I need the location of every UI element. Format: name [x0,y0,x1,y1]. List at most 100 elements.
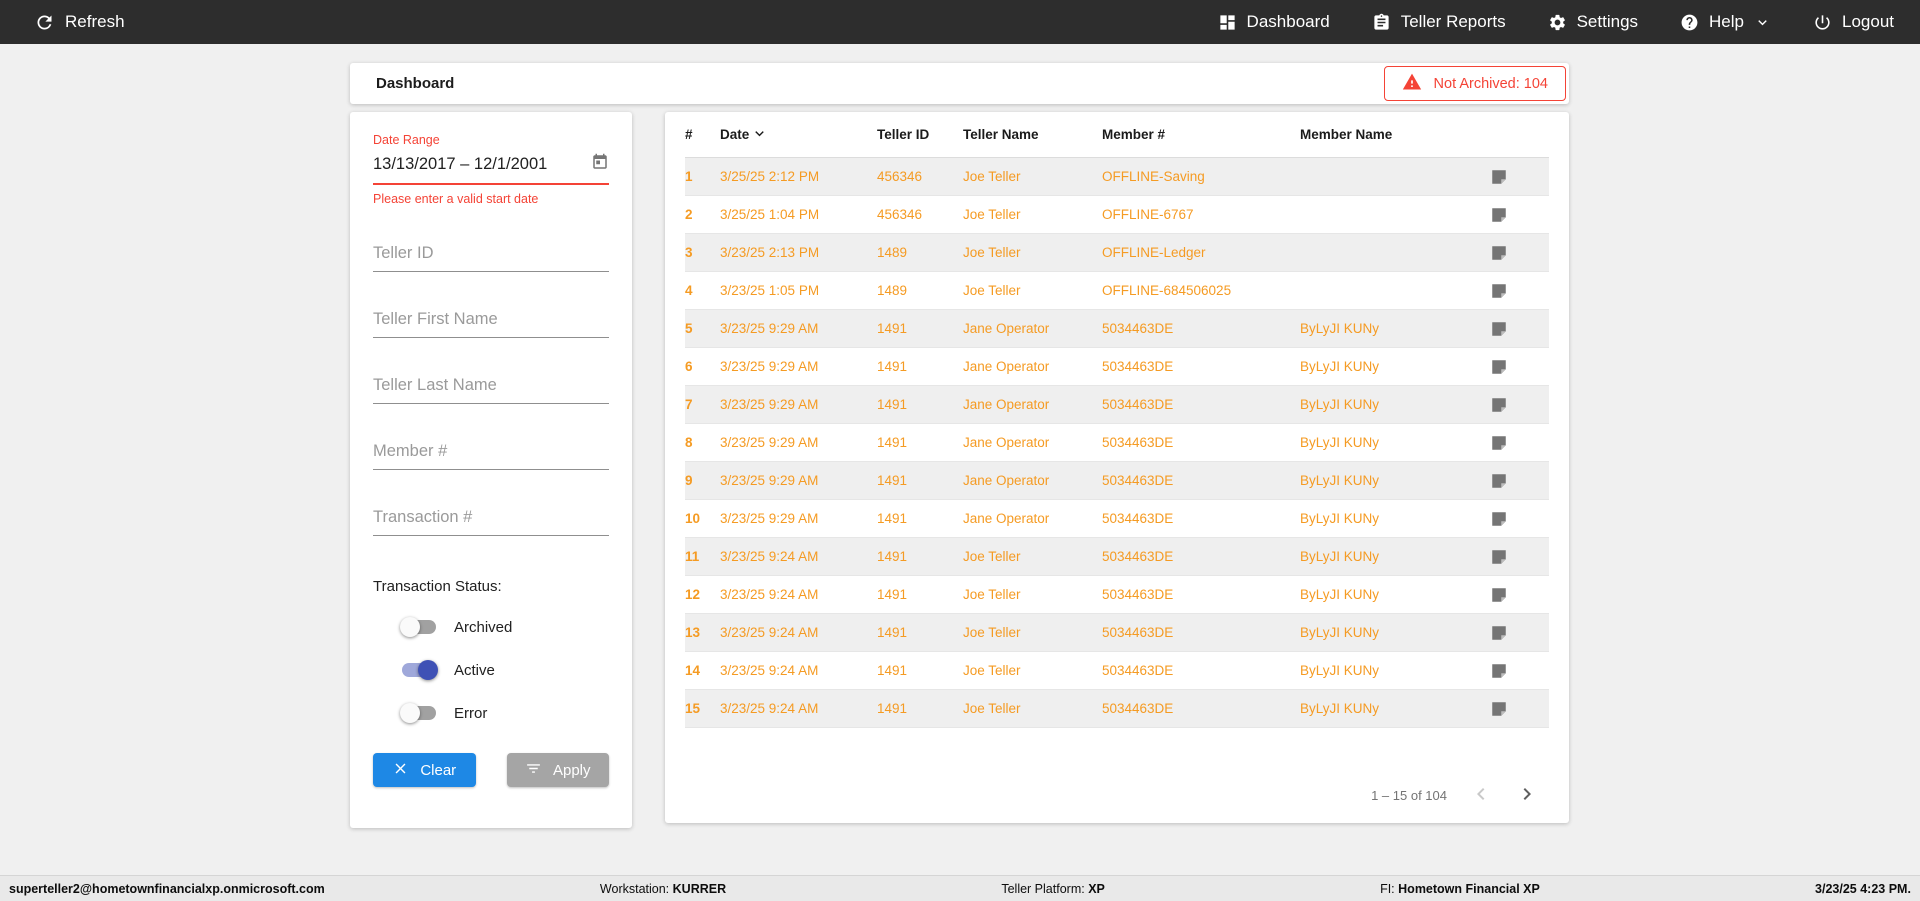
note-icon[interactable] [1490,320,1549,338]
cell-teller-name: Jane Operator [963,473,1050,488]
note-icon[interactable] [1490,700,1549,718]
table-row[interactable]: 13 3/23/25 9:24 AM 1491 Joe Teller 5034463DE… [685,614,1549,652]
cell-member-name: ByLyJI KUNy [1300,625,1380,640]
table-row[interactable]: 1 3/25/25 2:12 PM 456346 Joe Teller OFFLINE-… [685,158,1549,196]
nav-item-label: Dashboard [1246,12,1330,31]
table-row[interactable]: 7 3/23/25 9:29 AM 1491 Jane Operator 5034463… [685,386,1549,424]
previous-page-button[interactable] [1469,782,1493,809]
nav-item-help[interactable]: Help [1680,12,1771,32]
table-row[interactable]: 10 3/23/25 9:29 AM 1491 Jane Operator 503446… [685,500,1549,538]
footer-user-email: superteller2@hometownfinancialxp.onmicro… [9,881,325,896]
cell-row-number: 5 [685,321,693,336]
cell-member-number: OFFLINE-Ledger [1102,245,1206,260]
cell-row-number: 8 [685,435,693,450]
cell-teller-name: Jane Operator [963,511,1050,526]
cell-teller-name: Joe Teller [963,283,1021,298]
member-number-input[interactable] [373,440,609,470]
table-row[interactable]: 15 3/23/25 9:24 AM 1491 Joe Teller 5034463DE… [685,690,1549,728]
table-row[interactable]: 2 3/25/25 1:04 PM 456346 Joe Teller OFFLINE-… [685,196,1549,234]
refresh-button[interactable]: Refresh [34,12,125,33]
chevron-left-icon [1469,782,1493,809]
note-icon[interactable] [1490,396,1549,414]
table-row[interactable]: 14 3/23/25 9:24 AM 1491 Joe Teller 5034463DE… [685,652,1549,690]
note-icon[interactable] [1490,358,1549,376]
cell-row-number: 14 [685,663,701,678]
nav-item-logout[interactable]: Logout [1813,12,1894,32]
cell-date: 3/23/25 9:29 AM [720,359,819,374]
note-icon[interactable] [1490,510,1549,528]
next-page-button[interactable] [1515,782,1539,809]
cell-member-name: ByLyJI KUNy [1300,701,1380,716]
cell-member-name: ByLyJI KUNy [1300,473,1380,488]
active-toggle[interactable] [402,660,438,680]
note-icon[interactable] [1490,548,1549,566]
table-row[interactable]: 11 3/23/25 9:24 AM 1491 Joe Teller 5034463DE… [685,538,1549,576]
cell-row-number: 2 [685,207,693,222]
cell-teller-name: Joe Teller [963,549,1021,564]
apply-button[interactable]: Apply [506,753,609,787]
table-row[interactable]: 9 3/23/25 9:29 AM 1491 Jane Operator 5034463… [685,462,1549,500]
clear-button[interactable]: Clear [373,753,476,787]
archived-toggle[interactable] [400,617,436,637]
cell-member-number: 5034463DE [1102,321,1174,336]
nav-item-dashboard[interactable]: Dashboard [1218,12,1330,32]
help-circle-icon [1680,13,1699,32]
teller-first-name-input[interactable] [373,308,609,338]
column-header-num[interactable]: # [685,127,720,142]
note-icon[interactable] [1490,282,1549,300]
table-row[interactable]: 12 3/23/25 9:24 AM 1491 Joe Teller 5034463DE… [685,576,1549,614]
calendar-icon[interactable] [591,153,609,176]
date-range-value[interactable]: 13/13/2017 – 12/1/2001 [373,155,591,174]
date-range-field[interactable]: Date Range 13/13/2017 – 12/1/2001 Please… [373,133,609,206]
gear-icon [1548,13,1567,32]
transaction-number-input[interactable] [373,506,609,536]
cell-member-name: ByLyJI KUNy [1300,359,1380,374]
error-toggle[interactable] [400,703,436,723]
note-icon[interactable] [1490,168,1549,186]
teller-last-name-input[interactable] [373,374,609,404]
table-row[interactable]: 6 3/23/25 9:29 AM 1491 Jane Operator 5034463… [685,348,1549,386]
cell-row-number: 10 [685,511,701,526]
column-header-teller-name[interactable]: Teller Name [963,127,1102,142]
nav-item-teller-reports[interactable]: Teller Reports [1372,12,1506,32]
column-header-member-num[interactable]: Member # [1102,127,1300,142]
cell-row-number: 13 [685,625,701,640]
column-header-teller-id[interactable]: Teller ID [877,127,963,142]
teller-first-name-field [373,308,609,338]
cell-teller-id: 1489 [877,283,908,298]
teller-id-input[interactable] [373,242,609,272]
note-icon[interactable] [1490,244,1549,262]
cell-date: 3/23/25 9:24 AM [720,587,819,602]
table-header-row: # Date Teller ID Teller Name Member # Me… [685,112,1549,158]
cell-teller-name: Joe Teller [963,169,1021,184]
close-icon [392,760,409,781]
nav-item-label: Teller Reports [1400,12,1506,31]
nav-item-settings[interactable]: Settings [1548,12,1638,32]
column-header-date[interactable]: Date [720,125,877,145]
note-icon[interactable] [1490,434,1549,452]
cell-teller-name: Joe Teller [963,207,1021,222]
cell-teller-name: Jane Operator [963,321,1050,336]
table-row[interactable]: 5 3/23/25 9:29 AM 1491 Jane Operator 5034463… [685,310,1549,348]
note-icon[interactable] [1490,662,1549,680]
table-row[interactable]: 8 3/23/25 9:29 AM 1491 Jane Operator 5034463… [685,424,1549,462]
transaction-number-field [373,506,609,536]
note-icon[interactable] [1490,206,1549,224]
cell-member-number: 5034463DE [1102,435,1174,450]
not-archived-badge[interactable]: Not Archived: 104 [1383,66,1566,101]
cell-teller-id: 1489 [877,245,908,260]
note-icon[interactable] [1490,586,1549,604]
note-icon[interactable] [1490,624,1549,642]
table-row[interactable]: 3 3/23/25 2:13 PM 1489 Joe Teller OFFLINE-Le… [685,234,1549,272]
sort-down-icon [751,125,768,145]
power-icon [1813,13,1832,32]
note-icon[interactable] [1490,472,1549,490]
transactions-table-card: # Date Teller ID Teller Name Member # Me… [665,112,1569,823]
nav-item-label: Settings [1576,12,1639,31]
table-row[interactable]: 4 3/23/25 1:05 PM 1489 Joe Teller OFFLINE-68… [685,272,1549,310]
workstation-value: KURRER [672,881,727,896]
teller-last-name-field [373,374,609,404]
column-header-member-name[interactable]: Member Name [1300,127,1490,142]
cell-date: 3/23/25 9:29 AM [720,435,819,450]
filter-icon [525,760,542,781]
